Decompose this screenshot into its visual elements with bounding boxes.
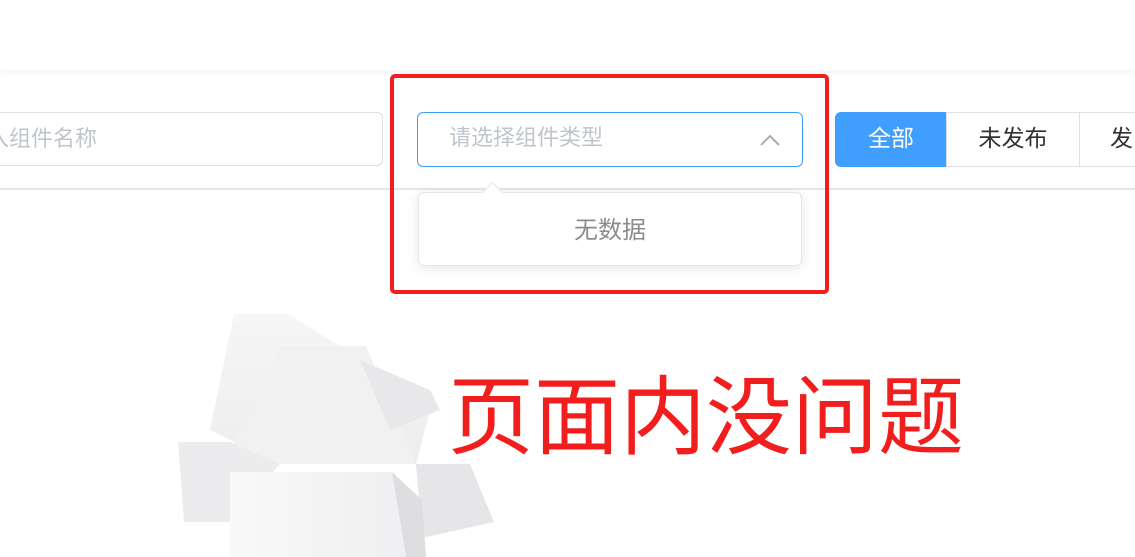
- annotation-highlight-box: [390, 74, 829, 294]
- top-header-bar: [0, 0, 1135, 70]
- component-name-input[interactable]: 入组件名称: [0, 112, 383, 166]
- annotation-text: 页面内没问题: [448, 368, 964, 468]
- component-name-placeholder: 入组件名称: [0, 127, 98, 152]
- status-all-button[interactable]: 全部: [835, 112, 947, 167]
- status-filter-group: 全部 未发布 发: [835, 112, 1135, 167]
- status-unpublished-button[interactable]: 未发布: [946, 112, 1080, 167]
- status-published-button[interactable]: 发: [1079, 112, 1135, 167]
